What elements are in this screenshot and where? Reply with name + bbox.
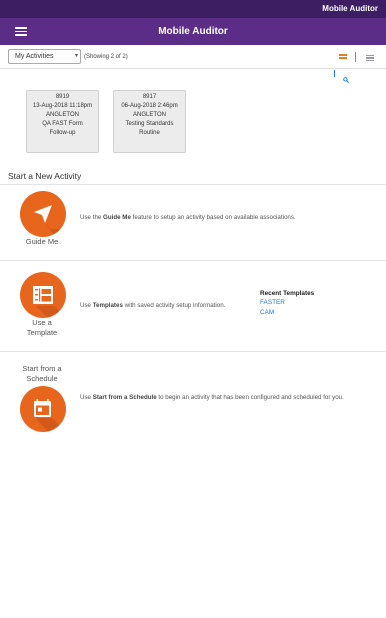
template-description: Use Templates with saved activity setup … xyxy=(80,302,226,309)
filter-marker xyxy=(334,70,335,77)
activity-type: Follow-up xyxy=(49,130,76,136)
chevron-down-icon: ▾ xyxy=(74,53,78,59)
app-bar: Mobile Auditor xyxy=(0,18,386,45)
list-view-icon[interactable] xyxy=(366,55,374,62)
activity-date: 13-Aug-2018 11:18pm xyxy=(32,103,93,109)
status-bar-brand: Mobile Auditor xyxy=(322,4,378,13)
schedule-caption[interactable]: Start from a Schedule xyxy=(12,364,72,384)
guide-me-caption[interactable]: Guide Me xyxy=(12,237,72,247)
divider xyxy=(0,184,386,185)
activity-filter-select[interactable]: My Activities ▾ xyxy=(8,49,81,64)
activity-site: ANGLETON xyxy=(46,112,79,118)
activity-site: ANGLETON xyxy=(133,112,166,118)
activity-id: 8919 xyxy=(55,94,70,100)
template-icon xyxy=(33,286,66,318)
start-from-schedule-button[interactable] xyxy=(20,386,66,432)
status-bar: Mobile Auditor xyxy=(0,0,386,18)
activity-type: Routine xyxy=(139,130,160,136)
activity-card[interactable]: 8917 06-Aug-2018 2:46pm ANGLETON Testing… xyxy=(113,90,186,153)
use-template-caption[interactable]: Use a Template xyxy=(12,318,72,338)
use-template-button[interactable] xyxy=(20,272,66,318)
activity-filter-value: My Activities xyxy=(15,53,54,60)
activity-date: 06-Aug-2018 2:46pm xyxy=(121,103,178,109)
page-title: Mobile Auditor xyxy=(158,26,228,37)
recent-templates-title: Recent Templates xyxy=(260,290,315,297)
activity-id: 8917 xyxy=(142,94,157,100)
search-icon[interactable] xyxy=(343,70,349,83)
activities-toolbar: My Activities ▾ (Showing 2 of 2) xyxy=(0,45,386,69)
divider xyxy=(0,260,386,261)
guide-me-button[interactable] xyxy=(20,191,66,237)
guide-me-description: Use the Guide Me feature to setup an act… xyxy=(80,214,296,221)
activity-card[interactable]: 8919 13-Aug-2018 11:18pm ANGLETON QA FAS… xyxy=(26,90,99,153)
toolbar-divider xyxy=(355,52,356,62)
schedule-description: Use Start from a Schedule to begin an ac… xyxy=(80,394,344,401)
divider xyxy=(0,351,386,352)
activity-form: Testing Standards xyxy=(125,121,174,127)
calendar-icon xyxy=(34,399,66,432)
recent-template-link[interactable]: CAM xyxy=(260,309,274,316)
showing-count: (Showing 2 of 2) xyxy=(84,54,128,60)
section-title: Start a New Activity xyxy=(8,171,82,181)
grid-view-icon[interactable] xyxy=(339,54,347,61)
recent-template-link[interactable]: FASTER xyxy=(260,299,285,306)
navigation-arrow-icon xyxy=(34,205,66,237)
activity-form: QA FAST Form xyxy=(42,121,83,127)
